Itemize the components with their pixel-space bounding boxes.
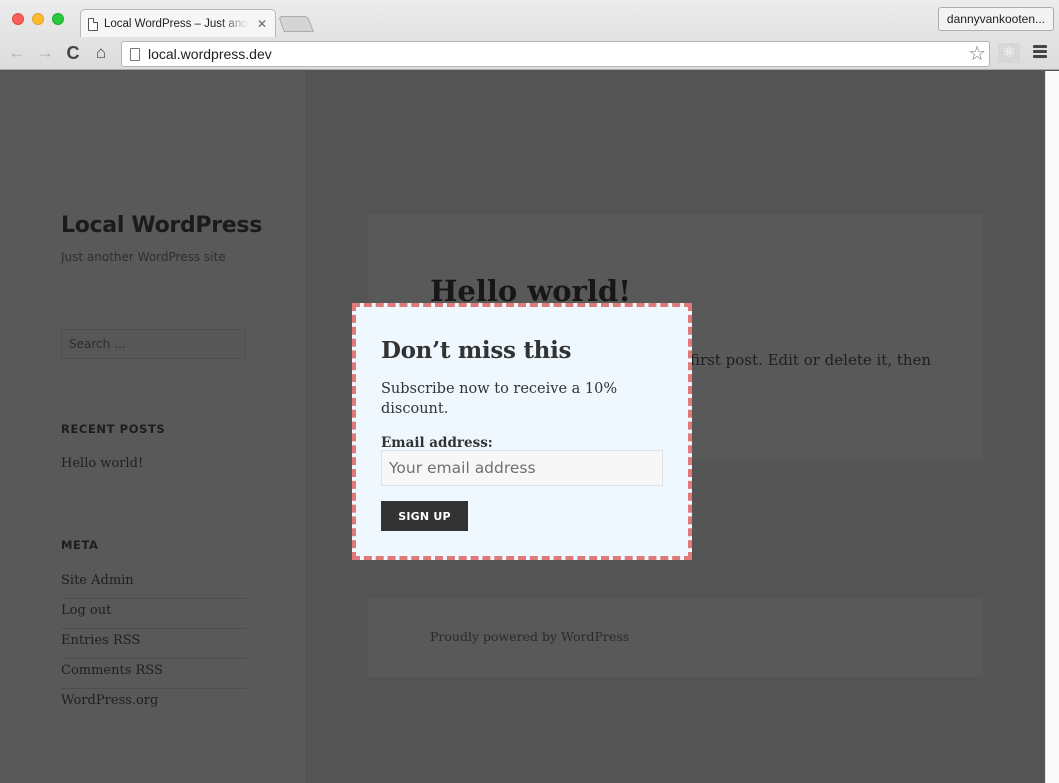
meta-link-log-out[interactable]: Log out [61, 599, 247, 629]
tab-title: Local WordPress – Just another WordPress… [104, 18, 249, 30]
page-icon [88, 17, 98, 31]
recent-posts-heading: RECENT POSTS [61, 422, 166, 436]
sidebar: Local WordPress Just another WordPress s… [0, 71, 307, 783]
new-tab-button[interactable] [278, 16, 314, 32]
react-extension-icon[interactable]: ⚛ [998, 43, 1020, 63]
page-scrollbar[interactable] [1045, 71, 1059, 783]
profile-button[interactable]: dannyvankooten... [937, 7, 1054, 31]
maximize-window-button[interactable] [52, 13, 64, 25]
popup-title: Don’t miss this [381, 337, 572, 364]
meta-link-wordpress-org[interactable]: WordPress.org [61, 689, 247, 719]
reload-icon[interactable]: C [62, 42, 84, 64]
meta-list: Site Admin Log out Entries RSS Comments … [61, 569, 247, 719]
site-footer: Proudly powered by WordPress [368, 599, 983, 677]
search-input[interactable]: Search … [61, 329, 246, 359]
tab-close-icon[interactable]: ✕ [257, 17, 267, 31]
browser-tab-content[interactable]: Local WordPress – Just another WordPress… [88, 11, 270, 37]
back-arrow-icon[interactable]: ← [6, 42, 28, 64]
sign-up-button[interactable]: SIGN UP [381, 501, 468, 531]
site-title[interactable]: Local WordPress [61, 213, 262, 238]
meta-heading: META [61, 538, 99, 552]
hamburger-menu-icon[interactable] [1033, 45, 1047, 59]
minimize-window-button[interactable] [32, 13, 44, 25]
footer-credit-link[interactable]: Proudly powered by WordPress [430, 629, 629, 644]
site-description: Just another WordPress site [61, 250, 226, 264]
recent-post-link[interactable]: Hello world! [61, 456, 143, 471]
meta-link-entries-rss[interactable]: Entries RSS [61, 629, 247, 659]
bookmark-star-icon[interactable]: ☆ [968, 43, 986, 65]
email-label: Email address: [381, 435, 493, 451]
meta-link-site-admin[interactable]: Site Admin [61, 569, 247, 599]
forward-arrow-icon[interactable]: → [34, 42, 56, 64]
home-icon[interactable]: ⌂ [90, 42, 112, 64]
popup-description: Subscribe now to receive a 10% discount. [381, 381, 618, 417]
page-icon [130, 47, 140, 61]
post-excerpt: first post. Edit or delete it, then [690, 351, 932, 369]
browser-chrome: Local WordPress – Just another WordPress… [0, 0, 1059, 70]
subscribe-popup: Don’t miss this Subscribe now to receive… [352, 303, 692, 560]
browser-toolbar: ← → C ⌂ local.wordpress.dev ☆ ⚛ [0, 38, 1059, 70]
meta-link-comments-rss[interactable]: Comments RSS [61, 659, 247, 689]
url-text[interactable]: local.wordpress.dev [148, 46, 272, 62]
email-input[interactable] [381, 450, 663, 486]
close-window-button[interactable] [12, 13, 24, 25]
address-bar[interactable]: local.wordpress.dev ☆ [121, 41, 990, 67]
